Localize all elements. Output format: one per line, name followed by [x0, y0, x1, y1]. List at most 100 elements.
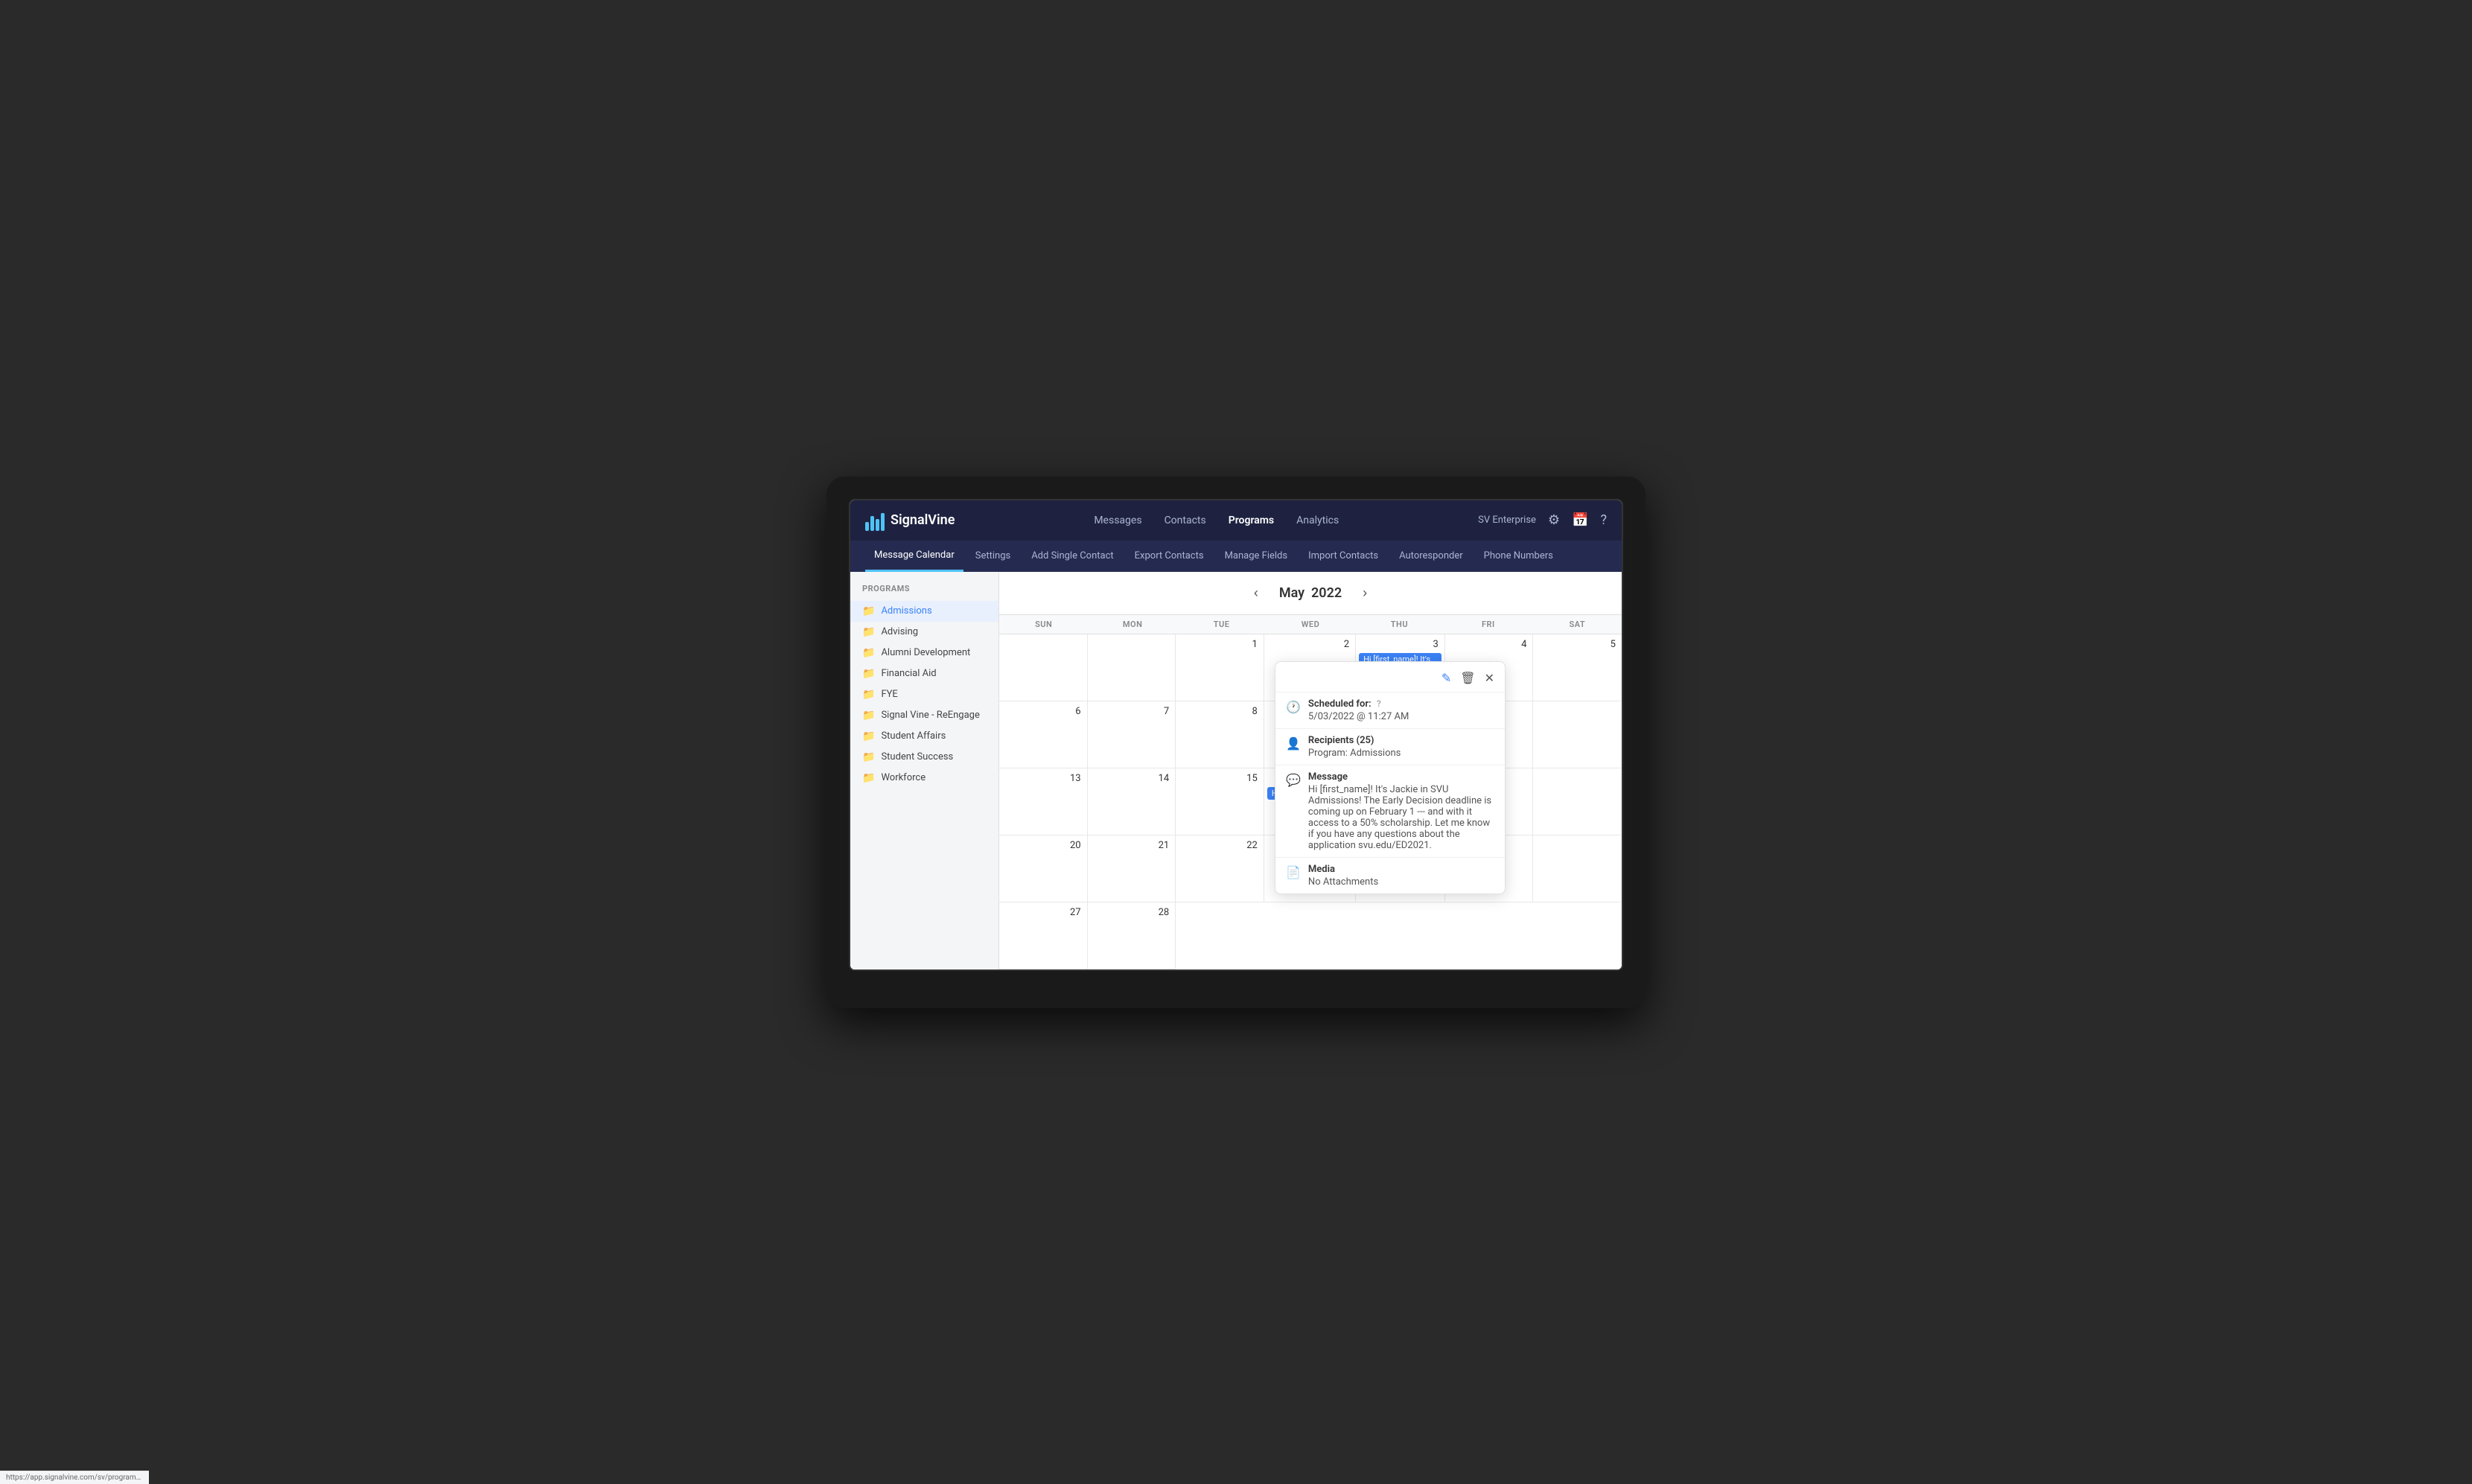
nav-analytics[interactable]: Analytics [1296, 512, 1339, 529]
sidebar-item-financial-aid[interactable]: 📁 Financial Aid [850, 663, 998, 684]
cal-date-21: 21 [1091, 838, 1173, 853]
next-month-button[interactable]: › [1357, 582, 1373, 604]
cal-cell-extra-7: 7 [1088, 701, 1176, 768]
sidebar-label-alumni: Alumni Development [881, 647, 970, 658]
subnav-add-single-contact[interactable]: Add Single Contact [1022, 541, 1122, 572]
day-label-wed: WED [1266, 615, 1354, 634]
subnav-manage-fields[interactable]: Manage Fields [1216, 541, 1297, 572]
cal-cell-sat-w1: 5 [1533, 634, 1622, 701]
cal-date-7: 7 [1091, 704, 1173, 719]
cal-cell-fri-w4: 27 [999, 902, 1088, 969]
nav-contacts[interactable]: Contacts [1165, 512, 1206, 529]
day-label-tue: TUE [1177, 615, 1266, 634]
edit-event-button[interactable]: ✎ [1440, 669, 1453, 687]
calendar-icon[interactable]: 📅 [1572, 512, 1588, 528]
logo-bar-4 [881, 513, 885, 531]
subnav-message-calendar[interactable]: Message Calendar [865, 541, 963, 572]
sidebar-item-admissions[interactable]: 📁 Admissions [850, 601, 998, 622]
main-navigation: Messages Contacts Programs Analytics [1094, 512, 1339, 529]
calendar-month: May [1279, 585, 1305, 601]
popup-media-label: Media [1308, 864, 1378, 875]
cal-date-28: 28 [1091, 905, 1173, 920]
media-icon: 📄 [1286, 865, 1301, 879]
clock-icon: 🕐 [1286, 700, 1301, 714]
sidebar-item-advising[interactable]: 📁 Advising [850, 622, 998, 643]
sidebar: PROGRAMS 📁 Admissions 📁 Advising 📁 Alumn… [850, 572, 999, 969]
folder-icon-student-affairs: 📁 [862, 730, 875, 742]
calendar-header: ‹ May 2022 › [999, 572, 1622, 615]
cal-date-8: 8 [1179, 704, 1261, 719]
help-icon[interactable]: ? [1600, 512, 1607, 528]
logo-bar-2 [870, 516, 874, 531]
folder-icon-reengage: 📁 [862, 710, 875, 722]
scheduled-label-text: Scheduled for: [1308, 698, 1372, 710]
nav-messages[interactable]: Messages [1094, 512, 1141, 529]
cal-cell-thu-w2 [1533, 701, 1622, 768]
cal-cell-sun-w4: 22 [1176, 835, 1264, 902]
popup-recipients-value: Program: Admissions [1308, 748, 1401, 759]
calendar-area: ‹ May 2022 › SUN MON TUE WED THU FRI SAT [999, 572, 1622, 969]
folder-icon-student-success: 📁 [862, 751, 875, 763]
popup-message-label: Message [1308, 771, 1494, 783]
logo-bar-3 [876, 519, 879, 531]
sidebar-item-reengage[interactable]: 📁 Signal Vine - ReEngage [850, 705, 998, 726]
settings-icon[interactable]: ⚙ [1548, 512, 1560, 528]
cal-cell-sat-w2: 14 [1088, 768, 1176, 835]
cal-cell-sat-w4: 28 [1088, 902, 1176, 969]
sidebar-label-student-affairs: Student Affairs [881, 730, 946, 742]
subnav-export-contacts[interactable]: Export Contacts [1126, 541, 1213, 572]
cal-date-20: 20 [1002, 838, 1084, 853]
cal-cell-thu-w4 [1533, 835, 1622, 902]
popup-actions: ✎ 🗑 ✕ [1275, 662, 1505, 692]
sidebar-item-student-success[interactable]: 📁 Student Success [850, 747, 998, 768]
cal-cell-thu-w3 [1533, 768, 1622, 835]
day-label-sat: SAT [1533, 615, 1622, 634]
sidebar-label-reengage: Signal Vine - ReEngage [881, 710, 979, 721]
delete-event-button[interactable]: 🗑 [1459, 669, 1476, 687]
sidebar-label-fye: FYE [881, 689, 897, 700]
top-navigation: SignalVine Messages Contacts Programs An… [850, 500, 1622, 541]
cal-date-4: 4 [1448, 637, 1530, 652]
sidebar-item-fye[interactable]: 📁 FYE [850, 684, 998, 705]
cal-cell-extra-6: 6 [999, 701, 1088, 768]
sidebar-label-advising: Advising [881, 626, 918, 637]
sidebar-item-alumni-development[interactable]: 📁 Alumni Development [850, 643, 998, 663]
popup-scheduled-content: Scheduled for: ? 5/03/2022 @ 11:27 AM [1308, 698, 1409, 722]
sidebar-item-student-affairs[interactable]: 📁 Student Affairs [850, 726, 998, 747]
logo-icon [865, 510, 885, 531]
subnav-phone-numbers[interactable]: Phone Numbers [1475, 541, 1562, 572]
sidebar-label-workforce: Workforce [881, 772, 926, 783]
sidebar-item-workforce[interactable]: 📁 Workforce [850, 768, 998, 789]
nav-programs[interactable]: Programs [1229, 512, 1274, 529]
calendar-year: 2022 [1311, 585, 1342, 601]
popup-media-value: No Attachments [1308, 876, 1378, 888]
cal-cell-sat-w3: 21 [1088, 835, 1176, 902]
popup-message-value: Hi [first_name]! It's Jackie in SVU Admi… [1308, 784, 1494, 851]
subnav-autoresponder[interactable]: Autoresponder [1390, 541, 1472, 572]
close-popup-button[interactable]: ✕ [1483, 669, 1496, 687]
calendar-month-year: May 2022 [1279, 585, 1342, 601]
cal-cell-mon-w1 [1088, 634, 1176, 701]
cal-cell-tue-w1: 1 [1176, 634, 1264, 701]
popup-message-content: Message Hi [first_name]! It's Jackie in … [1308, 771, 1494, 851]
cal-date-13: 13 [1002, 771, 1084, 786]
subnav-import-contacts[interactable]: Import Contacts [1299, 541, 1387, 572]
cal-date-14: 14 [1091, 771, 1173, 786]
popup-recipients-label: Recipients (25) [1308, 735, 1401, 746]
sub-navigation: Message Calendar Settings Add Single Con… [850, 541, 1622, 572]
subnav-settings[interactable]: Settings [966, 541, 1019, 572]
folder-icon-workforce: 📁 [862, 772, 875, 784]
cal-date-5: 5 [1536, 637, 1619, 652]
logo-text: SignalVine [891, 512, 955, 528]
day-label-thu: THU [1355, 615, 1444, 634]
cal-cell-fri-w3: 20 [999, 835, 1088, 902]
prev-month-button[interactable]: ‹ [1248, 582, 1264, 604]
folder-icon-advising: 📁 [862, 626, 875, 638]
message-icon: 💬 [1286, 773, 1301, 787]
folder-icon-alumni: 📁 [862, 647, 875, 659]
day-label-mon: MON [1088, 615, 1176, 634]
sidebar-label-student-success: Student Success [881, 751, 953, 762]
calendar-days-header: SUN MON TUE WED THU FRI SAT [999, 615, 1622, 634]
enterprise-label: SV Enterprise [1478, 515, 1536, 526]
cal-cell-sun-w2: 8 [1176, 701, 1264, 768]
